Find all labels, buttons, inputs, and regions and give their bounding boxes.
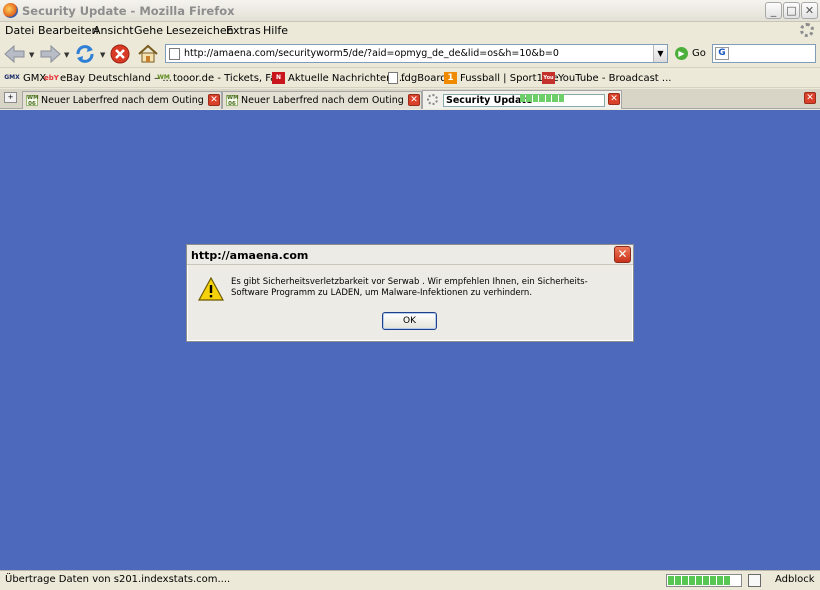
wm-tab-icon: WM 06	[26, 95, 39, 107]
menu-extras[interactable]: Extras	[226, 24, 261, 37]
back-history-dropdown-icon[interactable]: ▼	[29, 51, 34, 59]
bookmarks-toolbar: GMX GMX ebY eBay Deutschland – ... WM to…	[0, 69, 820, 88]
bookmark-nachrichten[interactable]: N Aktuelle Nachrichten ...	[272, 72, 405, 84]
go-button[interactable]: Go	[692, 48, 706, 59]
minimize-button[interactable]: _	[765, 2, 782, 19]
bookmark-tooor[interactable]: WM tooor.de - Tickets, Fa...	[157, 72, 286, 84]
url-history-dropdown-icon[interactable]: ▼	[653, 45, 667, 62]
dialog-titlebar[interactable]: http://amaena.com ✕	[187, 245, 633, 265]
menu-hilfe[interactable]: Hilfe	[263, 24, 288, 37]
tab-laberfred-2[interactable]: WM 06 Neuer Laberfred nach dem Outing - …	[222, 91, 422, 109]
menu-bar: Datei Bearbeiten Ansicht Gehe Lesezeiche…	[0, 22, 820, 40]
wm-icon: WM	[157, 74, 170, 81]
page-content: http://amaena.com ✕ Es gibt Sicherheitsv…	[0, 110, 820, 570]
status-bar: Übertrage Daten von s201.indexstats.com.…	[0, 570, 820, 590]
sport1-icon: 1	[444, 72, 457, 84]
tab-laberfred-1[interactable]: WM 06 Neuer Laberfred nach dem Outing - …	[22, 91, 222, 109]
adblock-button[interactable]: Adblock	[775, 574, 815, 585]
stop-button[interactable]	[108, 42, 132, 66]
tab-close-icon[interactable]: ✕	[208, 94, 220, 106]
maximize-button[interactable]: □	[783, 2, 800, 19]
alert-dialog: http://amaena.com ✕ Es gibt Sicherheitsv…	[186, 244, 634, 342]
search-bar[interactable]: G	[712, 44, 816, 63]
dialog-close-button[interactable]: ✕	[614, 246, 631, 263]
bookmark-fdgboard[interactable]: fdgBoard	[388, 72, 447, 84]
tab-close-icon[interactable]: ✕	[608, 93, 620, 105]
go-arrow-icon[interactable]: ▶	[675, 47, 688, 60]
page-favicon-icon	[169, 48, 180, 60]
page-icon	[388, 72, 398, 84]
dialog-message: Es gibt Sicherheitsverletzbarkeit vor Se…	[231, 277, 588, 298]
window-titlebar[interactable]: Security Update - Mozilla Firefox _ □ ✕	[0, 0, 820, 22]
menu-ansicht[interactable]: Ansicht	[93, 24, 134, 37]
gmx-icon: GMX	[4, 74, 20, 81]
back-button[interactable]	[3, 42, 27, 66]
youtube-icon: You	[542, 72, 555, 84]
ebay-icon: ebY	[44, 74, 59, 82]
reload-dropdown-icon[interactable]: ▼	[100, 51, 105, 59]
menu-lesezeichen[interactable]: Lesezeichen	[166, 24, 234, 37]
firefox-logo-icon	[3, 3, 18, 18]
menu-datei[interactable]: Datei	[5, 24, 34, 37]
home-icon	[138, 44, 158, 63]
navigation-toolbar: ▼ ▼ ▼ ▼ ▶ Go G	[0, 40, 820, 68]
close-window-button[interactable]: ✕	[801, 2, 818, 19]
news-icon: N	[272, 72, 285, 84]
window-title: Security Update - Mozilla Firefox	[22, 4, 235, 18]
menu-gehe[interactable]: Gehe	[134, 24, 163, 37]
reload-icon	[76, 45, 94, 63]
forward-history-dropdown-icon[interactable]: ▼	[64, 51, 69, 59]
url-input[interactable]	[184, 46, 654, 61]
close-all-tabs-icon[interactable]: ✕	[804, 92, 816, 104]
forward-arrow-icon	[40, 44, 61, 64]
warning-icon	[198, 277, 224, 301]
page-load-progress	[666, 574, 742, 587]
status-text: Übertrage Daten von s201.indexstats.com.…	[5, 574, 231, 585]
wm-tab-icon: WM 06	[226, 95, 239, 107]
reload-button[interactable]	[73, 42, 97, 66]
loading-throbber-icon	[800, 23, 814, 37]
address-bar[interactable]: ▼	[165, 44, 668, 63]
tab-loading-icon	[427, 94, 438, 105]
bookmark-youtube[interactable]: You YouTube - Broadcast ...	[542, 72, 671, 84]
home-button[interactable]	[136, 42, 160, 66]
forward-button[interactable]	[38, 42, 62, 66]
new-tab-icon[interactable]: +	[4, 92, 17, 103]
page-info-icon[interactable]	[748, 574, 761, 587]
back-arrow-icon	[4, 44, 25, 64]
tab-progress-indicator	[520, 94, 564, 102]
stop-icon	[110, 44, 130, 64]
bookmark-ebay[interactable]: ebY eBay Deutschland – ...	[44, 72, 172, 84]
search-engine-google-icon[interactable]: G	[715, 47, 729, 60]
menu-bearbeiten[interactable]: Bearbeiten	[38, 24, 98, 37]
tab-bar: + WM 06 Neuer Laberfred nach dem Outing …	[0, 89, 820, 109]
bookmark-gmx[interactable]: GMX GMX	[4, 72, 46, 84]
ok-button[interactable]: OK	[382, 312, 437, 330]
tab-close-icon[interactable]: ✕	[408, 94, 420, 106]
dialog-title: http://amaena.com	[191, 249, 309, 262]
